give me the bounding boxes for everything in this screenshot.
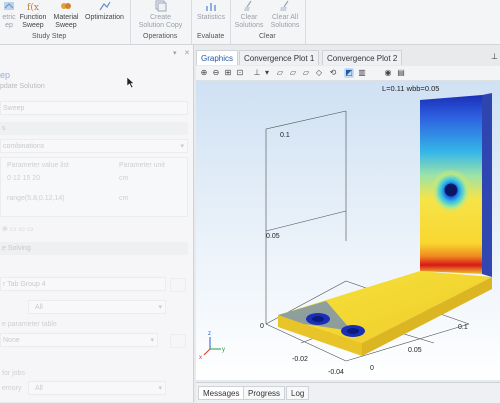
function-icon: f(x) <box>27 2 40 12</box>
svg-text:y: y <box>222 347 225 353</box>
optimization-button[interactable]: Optimization <box>82 0 127 22</box>
statistics-button[interactable]: Statistics <box>194 0 228 22</box>
group-label-evaluate: Evaluate <box>197 33 225 40</box>
print-icon[interactable]: ▤ <box>396 68 406 78</box>
wall-side <box>482 93 492 277</box>
broom-icon <box>244 0 252 11</box>
view-yz-icon[interactable]: ▱ <box>275 68 285 78</box>
scene-light-icon[interactable]: ▥ <box>357 68 367 78</box>
x-tick-label: -0.02 <box>292 356 308 363</box>
tab-convergence-plot-2[interactable]: Convergence Plot 2 <box>322 50 403 65</box>
section-header-study-settings[interactable]: s <box>0 122 188 135</box>
bottom-tab-bar: Messages Progress Log <box>196 382 500 403</box>
table-settings-icon[interactable] <box>170 334 186 348</box>
y-tick-label: 0.1 <box>458 324 468 331</box>
view-axes-icon[interactable]: ⊥ <box>252 68 262 78</box>
mouse-cursor-icon <box>127 77 135 88</box>
broom-all-icon <box>280 0 289 11</box>
create-solution-copy-button[interactable]: Create Solution Copy <box>133 0 188 30</box>
tab-convergence-plot-1[interactable]: Convergence Plot 1 <box>239 50 320 65</box>
chevron-down-icon: ▾ <box>158 304 162 311</box>
tab-log[interactable]: Log <box>286 386 310 400</box>
zoom-in-icon[interactable]: ⊕ <box>199 68 209 78</box>
z-tick-label: 0.05 <box>266 233 280 240</box>
group-label-clear: Clear <box>259 33 276 40</box>
close-panel-icon[interactable]: ✕ <box>184 49 190 57</box>
panel-subtitle: pdate Solution <box>0 83 45 90</box>
chevron-down-icon[interactable]: ▾ <box>262 68 272 78</box>
table-row-unit[interactable]: cm <box>119 172 128 186</box>
memory-select[interactable]: All ▾ <box>28 381 166 395</box>
view-3d-icon[interactable]: ◇ <box>314 68 324 78</box>
graphics-canvas[interactable]: 0.1 0.05 0 -0.02 -0.04 0.1 0.05 0 L=0.11… <box>196 81 500 380</box>
z-tick-label: 0.1 <box>280 132 290 139</box>
view-xy-icon[interactable]: ▱ <box>301 68 311 78</box>
clear-all-solutions-button[interactable]: Clear All Solutions <box>267 0 303 30</box>
ribbon: etric ep f(x) Function Sweep Material Sw… <box>0 0 500 45</box>
tab-progress[interactable]: Progress <box>243 386 286 400</box>
all-select[interactable]: All ▾ <box>28 300 166 314</box>
solution-copy-icon <box>155 0 166 12</box>
section-header-solving[interactable]: e Solving <box>0 242 188 255</box>
parameter-table-label: e parameter table <box>2 321 57 328</box>
parameter-table: Parameter value list Parameter unit 0 12… <box>0 157 188 217</box>
camera-icon[interactable]: ◉ <box>383 68 393 78</box>
chevron-down-icon: ▾ <box>158 385 162 392</box>
table-row[interactable]: 0 12 15 20 <box>7 172 40 186</box>
svg-text:z: z <box>208 331 211 337</box>
col-header-unit: Parameter unit <box>119 162 165 169</box>
plot-3d: 0.1 0.05 0 -0.02 -0.04 0.1 0.05 0 L=0.11… <box>199 84 492 376</box>
optimization-icon <box>99 1 111 11</box>
group-label-operations: Operations <box>143 33 178 40</box>
chevron-down-icon: ▾ <box>150 337 154 344</box>
reset-view-icon[interactable]: ⟲ <box>328 68 338 78</box>
tab-graphics[interactable]: Graphics <box>196 50 239 65</box>
sweep-type-field[interactable]: Sweep <box>0 101 188 115</box>
view-zx-icon[interactable]: ▱ <box>288 68 298 78</box>
pin-icon[interactable]: ▾ <box>173 49 179 57</box>
x-tick-label: -0.04 <box>328 369 344 376</box>
material-sweep-button[interactable]: Material Sweep <box>50 0 82 30</box>
table-row[interactable]: range(5.8,0.12,14) <box>7 192 65 206</box>
chevron-down-icon: ▾ <box>180 143 184 150</box>
zoom-extents-icon[interactable]: ⊡ <box>235 68 245 78</box>
y-tick-label: 0.05 <box>408 347 422 354</box>
z-tick-label: 0 <box>260 323 264 330</box>
table-toolbar[interactable]: ⊕ ▭ ▭ ▭ <box>2 225 34 233</box>
statistics-icon <box>206 3 216 11</box>
sweep-combination-select[interactable]: combinations ▾ <box>0 139 188 153</box>
graphics-toolbar: ⊕ ⊖ ⊞ ⊡ ⊥ ▾ ▱ ▱ ▱ ◇ ⟲ ◩ ▥ ◉ ▤ <box>196 66 500 81</box>
memory-label: emory <box>2 385 22 392</box>
material-sweep-icon <box>61 3 71 9</box>
parametric-sweep-button[interactable]: etric ep <box>0 0 18 30</box>
zoom-box-icon[interactable]: ⊞ <box>223 68 233 78</box>
function-sweep-button[interactable]: f(x) Function Sweep <box>18 0 48 30</box>
svg-text:f(x): f(x) <box>27 2 40 12</box>
solver-settings-icon[interactable] <box>170 278 186 292</box>
select-icon[interactable]: ◩ <box>344 68 354 78</box>
col-header-value-list: Parameter value list <box>7 162 69 169</box>
pin-icon[interactable]: ⊥ <box>491 52 498 61</box>
table-row-unit[interactable]: cm <box>119 192 128 206</box>
plot-title: L=0.11 wbb=0.05 <box>382 84 439 93</box>
jobs-label: for jobs <box>2 370 25 377</box>
zoom-out-icon[interactable]: ⊖ <box>211 68 221 78</box>
svg-text:x: x <box>199 355 202 361</box>
clear-solutions-button[interactable]: Clear Solutions <box>232 0 266 30</box>
solver-select[interactable]: r Tab Group 4 <box>0 277 166 291</box>
panel-title: ep <box>0 70 11 80</box>
parametric-sweep-icon <box>4 2 14 10</box>
settings-panel: ▾ ✕ ep pdate Solution Sweep s combinatio… <box>0 45 194 402</box>
group-label-study-step: Study Step <box>32 33 67 40</box>
none-select[interactable]: None ▾ <box>0 333 158 347</box>
y-tick-label: 0 <box>370 365 374 372</box>
tab-messages[interactable]: Messages <box>198 386 245 400</box>
axis-triad-icon: z y x <box>199 331 225 361</box>
